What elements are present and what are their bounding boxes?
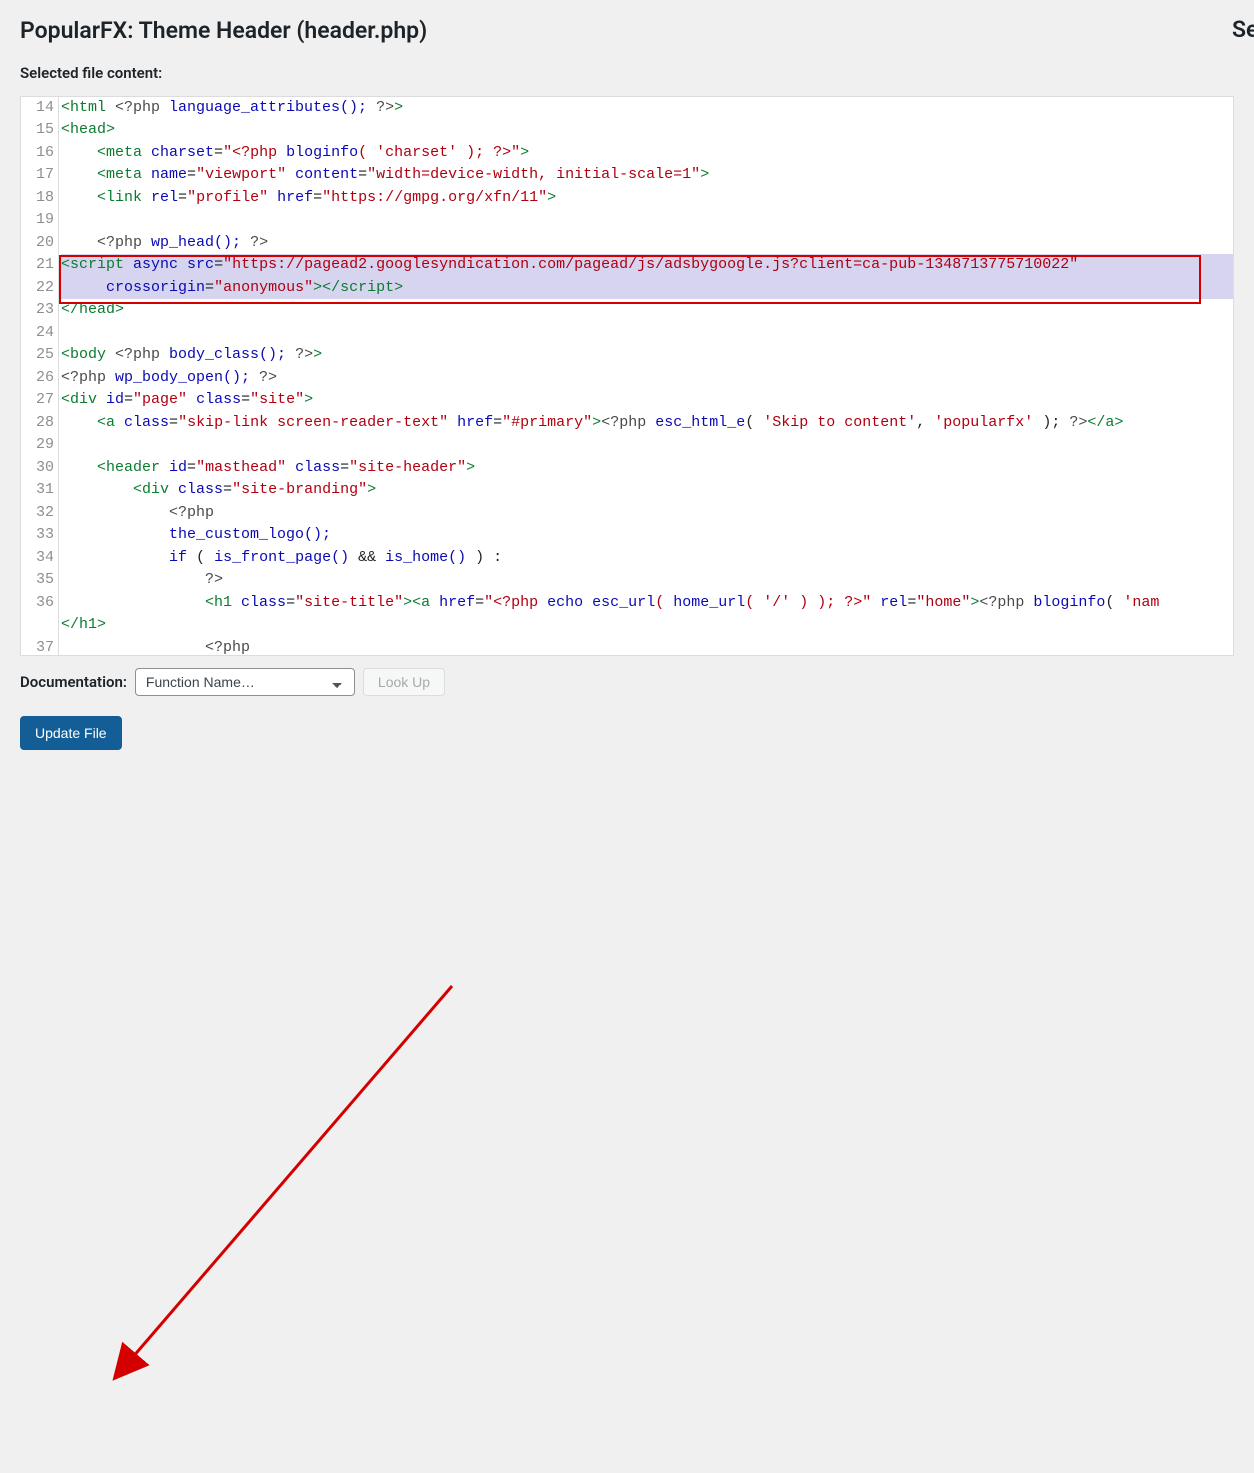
- line-number: 36: [21, 592, 58, 615]
- line-number: 14: [21, 97, 58, 120]
- line-number: 23: [21, 299, 58, 322]
- code-line[interactable]: <?php wp_body_open(); ?>: [61, 367, 1233, 390]
- line-number: 28: [21, 412, 58, 435]
- line-number: 15: [21, 119, 58, 142]
- code-line[interactable]: if ( is_front_page() && is_home() ) :: [61, 547, 1233, 570]
- code-line[interactable]: <link rel="profile" href="https://gmpg.o…: [61, 187, 1233, 210]
- code-line[interactable]: crossorigin="anonymous"></script>: [61, 277, 1233, 300]
- line-number: [21, 614, 58, 637]
- line-number: 32: [21, 502, 58, 525]
- line-number: 17: [21, 164, 58, 187]
- line-number: 30: [21, 457, 58, 480]
- code-line[interactable]: <meta charset="<?php bloginfo( 'charset'…: [61, 142, 1233, 165]
- code-editor[interactable]: 1415161718192021222324252627282930313233…: [20, 96, 1234, 656]
- line-number: 21: [21, 254, 58, 277]
- code-line[interactable]: <body <?php body_class(); ?>>: [61, 344, 1233, 367]
- annotation-arrow: [20, 656, 1254, 1473]
- line-number: 24: [21, 322, 58, 345]
- code-line[interactable]: <a class="skip-link screen-reader-text" …: [61, 412, 1233, 435]
- documentation-select[interactable]: Function Name…: [135, 668, 355, 696]
- update-file-button[interactable]: Update File: [20, 716, 122, 750]
- line-number: 27: [21, 389, 58, 412]
- code-line[interactable]: ?>: [61, 569, 1233, 592]
- selected-file-content-label: Selected file content:: [20, 64, 1234, 82]
- code-line[interactable]: [61, 434, 1233, 457]
- code-line[interactable]: <h1 class="site-title"><a href="<?php ec…: [61, 592, 1233, 615]
- line-number: 16: [21, 142, 58, 165]
- code-line[interactable]: </head>: [61, 299, 1233, 322]
- line-number: 34: [21, 547, 58, 570]
- line-number: 22: [21, 277, 58, 300]
- line-number: 18: [21, 187, 58, 210]
- code-line[interactable]: the_custom_logo();: [61, 524, 1233, 547]
- page-title: PopularFX: Theme Header (header.php): [20, 0, 1234, 46]
- line-number: 33: [21, 524, 58, 547]
- documentation-label: Documentation:: [20, 673, 127, 691]
- code-line[interactable]: [61, 322, 1233, 345]
- code-line[interactable]: <header id="masthead" class="site-header…: [61, 457, 1233, 480]
- code-line[interactable]: [61, 209, 1233, 232]
- code-line[interactable]: <div id="page" class="site">: [61, 389, 1233, 412]
- code-line[interactable]: <?php: [61, 637, 1233, 656]
- code-line[interactable]: <head>: [61, 119, 1233, 142]
- lookup-button[interactable]: Look Up: [363, 668, 445, 696]
- code-line[interactable]: <script async src="https://pagead2.googl…: [61, 254, 1233, 277]
- code-line[interactable]: <?php: [61, 502, 1233, 525]
- code-line[interactable]: <meta name="viewport" content="width=dev…: [61, 164, 1233, 187]
- line-number: 29: [21, 434, 58, 457]
- code-line[interactable]: </h1>: [61, 614, 1233, 637]
- code-line[interactable]: <?php wp_head(); ?>: [61, 232, 1233, 255]
- line-number: 25: [21, 344, 58, 367]
- line-number: 35: [21, 569, 58, 592]
- line-number: 20: [21, 232, 58, 255]
- line-number: 19: [21, 209, 58, 232]
- code-line[interactable]: <div class="site-branding">: [61, 479, 1233, 502]
- code-line[interactable]: <html <?php language_attributes(); ?>>: [61, 97, 1233, 120]
- truncated-secondary-heading: Se: [1232, 16, 1254, 43]
- line-number: 31: [21, 479, 58, 502]
- line-number: 37: [21, 637, 58, 656]
- line-number: 26: [21, 367, 58, 390]
